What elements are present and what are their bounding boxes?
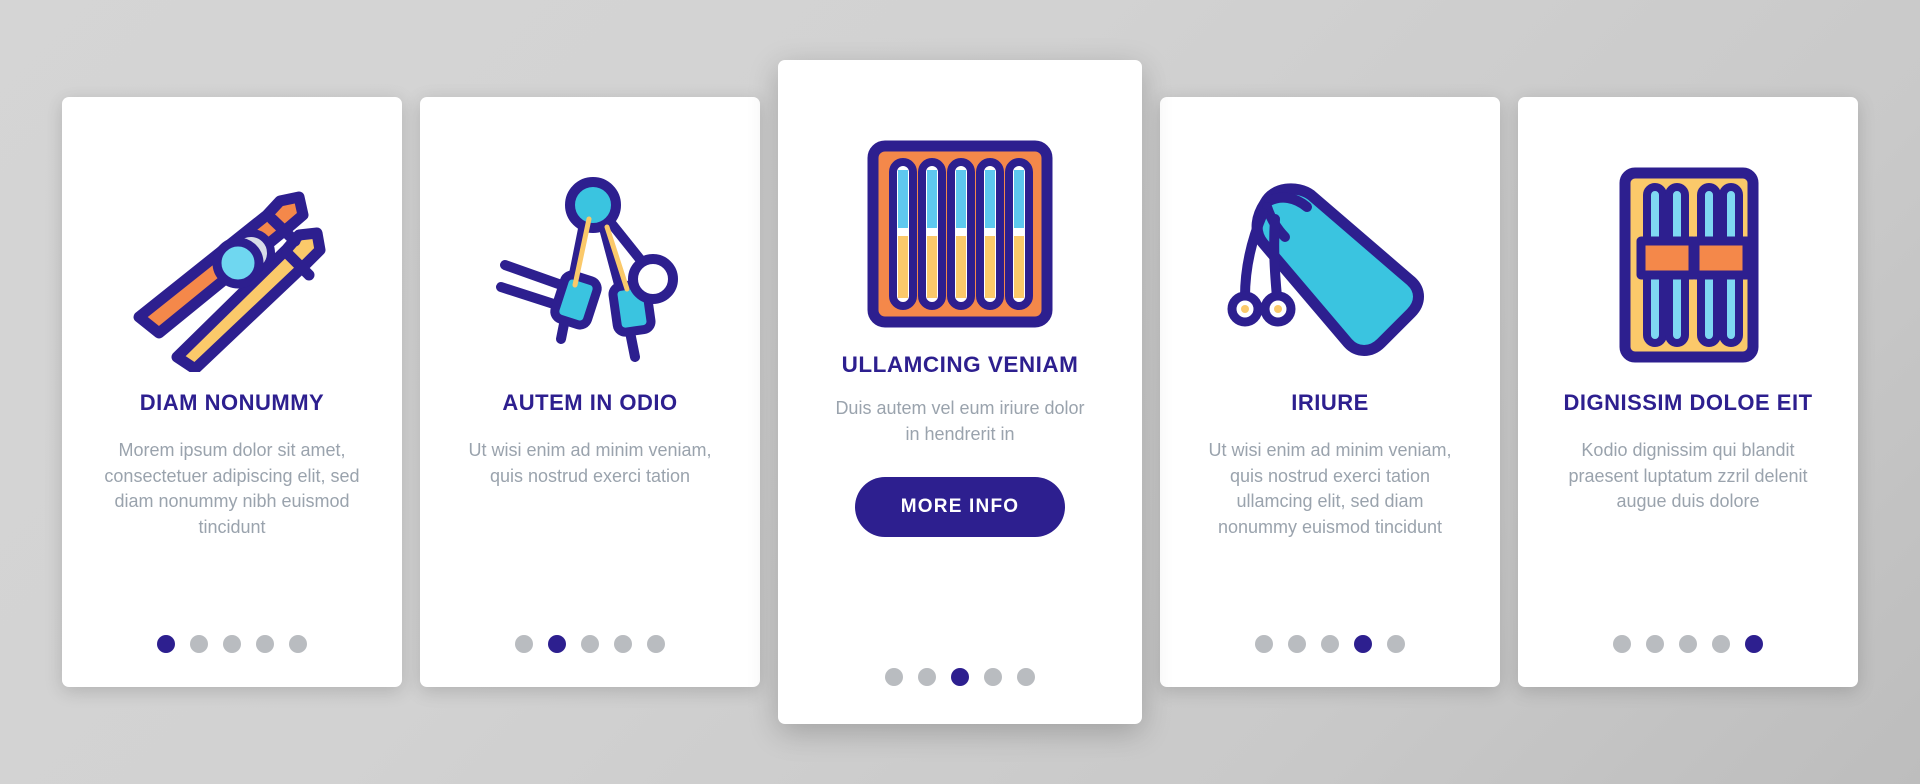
chopsticks-pouch-icon xyxy=(1215,157,1445,372)
card-title: DIGNISSIM DOLOE EIT xyxy=(1563,390,1813,415)
pagination-dot[interactable] xyxy=(1017,668,1035,686)
pagination-dot[interactable] xyxy=(1288,635,1306,653)
pagination-dot[interactable] xyxy=(1613,635,1631,653)
pagination-dot[interactable] xyxy=(1387,635,1405,653)
onboarding-card-3-featured[interactable]: ULLAMCING VENIAM Duis autem vel eum iriu… xyxy=(778,60,1142,724)
pagination-dots[interactable] xyxy=(62,635,402,653)
pagination-dot[interactable] xyxy=(1354,635,1372,653)
card-title: DIAM NONUMMY xyxy=(139,390,325,415)
onboarding-card-5[interactable]: DIGNISSIM DOLOE EIT Kodio dignissim qui … xyxy=(1518,97,1858,687)
onboarding-screens-stage: DIAM NONUMMY Morem ipsum dolor sit amet,… xyxy=(0,0,1920,784)
pagination-dot[interactable] xyxy=(289,635,307,653)
onboarding-card-1[interactable]: DIAM NONUMMY Morem ipsum dolor sit amet,… xyxy=(62,97,402,687)
pagination-dots[interactable] xyxy=(1160,635,1500,653)
card-title: ULLAMCING VENIAM xyxy=(841,352,1079,377)
pagination-dots[interactable] xyxy=(420,635,760,653)
pagination-dot[interactable] xyxy=(951,668,969,686)
pagination-dot[interactable] xyxy=(515,635,533,653)
card-body: Ut wisi enim ad minim veniam, quis nostr… xyxy=(1208,440,1452,538)
card-body: Kodio dignissim qui blandit praesent lup… xyxy=(1568,440,1808,512)
chopsticks-box-set-icon xyxy=(845,126,1075,341)
pagination-dot[interactable] xyxy=(1255,635,1273,653)
pagination-dot[interactable] xyxy=(1745,635,1763,653)
card-title: IRIURE xyxy=(1291,390,1369,415)
onboarding-card-4[interactable]: IRIURE Ut wisi enim ad minim veniam, qui… xyxy=(1160,97,1500,687)
pagination-dots[interactable] xyxy=(1518,635,1858,653)
card-title: AUTEM IN ODIO xyxy=(502,390,678,415)
chopsticks-pair-icon xyxy=(117,157,347,372)
pagination-dot[interactable] xyxy=(1679,635,1697,653)
card-body: Ut wisi enim ad minim veniam, quis nostr… xyxy=(468,440,712,486)
onboarding-card-2[interactable]: AUTEM IN ODIO Ut wisi enim ad minim veni… xyxy=(420,97,760,687)
cards-row: DIAM NONUMMY Morem ipsum dolor sit amet,… xyxy=(0,0,1920,784)
pagination-dot[interactable] xyxy=(918,668,936,686)
pagination-dot[interactable] xyxy=(1646,635,1664,653)
pagination-dot[interactable] xyxy=(548,635,566,653)
pagination-dot[interactable] xyxy=(647,635,665,653)
pagination-dot[interactable] xyxy=(1712,635,1730,653)
pagination-dot[interactable] xyxy=(614,635,632,653)
pagination-dot[interactable] xyxy=(984,668,1002,686)
pagination-dot[interactable] xyxy=(157,635,175,653)
more-info-button[interactable]: MORE INFO xyxy=(854,477,1066,538)
pagination-dots[interactable] xyxy=(778,668,1142,686)
card-body: Duis autem vel eum iriure dolor in hendr… xyxy=(835,398,1085,444)
pagination-dot[interactable] xyxy=(190,635,208,653)
chopsticks-case-icon xyxy=(1573,157,1803,372)
pagination-dot[interactable] xyxy=(885,668,903,686)
pagination-dot[interactable] xyxy=(223,635,241,653)
card-body: Morem ipsum dolor sit amet, consectetuer… xyxy=(104,440,360,538)
pagination-dot[interactable] xyxy=(1321,635,1339,653)
pagination-dot[interactable] xyxy=(256,635,274,653)
pagination-dot[interactable] xyxy=(581,635,599,653)
chopsticks-helper-icon xyxy=(475,157,705,372)
